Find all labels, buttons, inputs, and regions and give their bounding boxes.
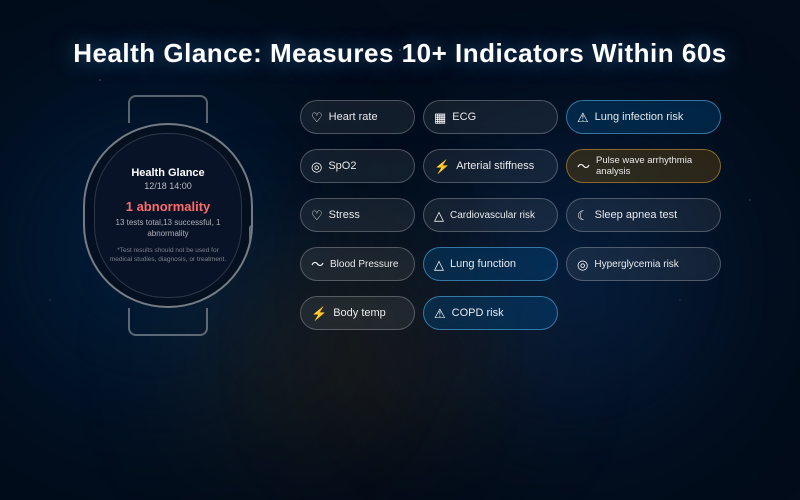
watch-side-button [249, 225, 253, 245]
indicator-hyperglycemia[interactable]: ◎ Hyperglycemia risk [566, 247, 721, 281]
blood-pressure-icon: 〜 [311, 258, 324, 271]
arterial-icon: ⚡ [434, 160, 450, 173]
indicator-sleep-apnea[interactable]: ☾ Sleep apnea test [566, 198, 721, 232]
indicator-lung-infection[interactable]: ⚠ Lung infection risk [566, 100, 721, 134]
watch-display: Health Glance 12/18 14:00 1 abnormality … [68, 95, 268, 425]
lung-function-icon: △ [434, 258, 444, 271]
indicator-stress[interactable]: ♡ Stress [300, 198, 415, 232]
watch-disclaimer-text: *Test results should not be used for med… [105, 246, 231, 264]
indicator-spo2[interactable]: ◎ SpO2 [300, 149, 415, 183]
cardiovascular-label: Cardiovascular risk [450, 210, 535, 221]
watch-screen-title: Health Glance [131, 167, 204, 179]
ecg-label: ECG [452, 111, 476, 123]
copd-icon: ⚠ [434, 307, 446, 320]
sleep-icon: ☾ [577, 209, 589, 222]
indicator-heart-rate[interactable]: ♡ Heart rate [300, 100, 415, 134]
copd-risk-label: COPD risk [452, 307, 504, 319]
lung-infection-label: Lung infection risk [595, 111, 684, 123]
lung-function-label: Lung function [450, 258, 516, 270]
cardiovascular-icon: △ [434, 209, 444, 222]
arterial-stiffness-label: Arterial stiffness [456, 160, 534, 172]
body-temp-label: Body temp [333, 307, 386, 319]
warning-icon: ⚠ [577, 111, 589, 124]
body-temp-icon: ⚡ [311, 307, 327, 320]
indicators-grid: ♡ Heart rate ▦ ECG ⚠ Lung infection risk… [300, 100, 770, 338]
heart-rate-label: Heart rate [329, 111, 378, 123]
page-title: Health Glance: Measures 10+ Indicators W… [0, 38, 800, 69]
indicator-arterial-stiffness[interactable]: ⚡ Arterial stiffness [423, 149, 558, 183]
watch-body: Health Glance 12/18 14:00 1 abnormality … [83, 123, 253, 308]
indicator-cardiovascular[interactable]: △ Cardiovascular risk [423, 198, 558, 232]
blood-pressure-label: Blood Pressure [330, 259, 398, 270]
stress-icon: ♡ [311, 209, 323, 222]
watch-screen: Health Glance 12/18 14:00 1 abnormality … [94, 133, 242, 298]
watch-strap-bottom [128, 308, 208, 336]
ecg-icon: ▦ [434, 111, 446, 124]
indicator-copd-risk[interactable]: ⚠ COPD risk [423, 296, 558, 330]
hyperglycemia-label: Hyperglycemia risk [594, 259, 678, 270]
watch-count-text: 13 tests total,13 successful, 1 abnormal… [105, 217, 231, 239]
stress-label: Stress [329, 209, 360, 221]
watch-strap-top [128, 95, 208, 123]
indicator-lung-function[interactable]: △ Lung function [423, 247, 558, 281]
indicator-ecg[interactable]: ▦ ECG [423, 100, 558, 134]
spo2-icon: ◎ [311, 160, 322, 173]
watch-abnormality-text: 1 abnormality [126, 199, 211, 214]
heart-icon: ♡ [311, 111, 323, 124]
indicator-pulse-wave[interactable]: 〜 Pulse wave arrhythmia analysis [566, 149, 721, 183]
watch-screen-date: 12/18 14:00 [144, 181, 192, 191]
pulse-wave-icon: 〜 [577, 160, 590, 173]
indicator-body-temp[interactable]: ⚡ Body temp [300, 296, 415, 330]
spo2-label: SpO2 [328, 160, 356, 172]
sleep-apnea-label: Sleep apnea test [595, 209, 678, 221]
indicator-blood-pressure[interactable]: 〜 Blood Pressure [300, 247, 415, 281]
hyperglycemia-icon: ◎ [577, 258, 588, 271]
pulse-wave-label: Pulse wave arrhythmia analysis [596, 155, 710, 178]
